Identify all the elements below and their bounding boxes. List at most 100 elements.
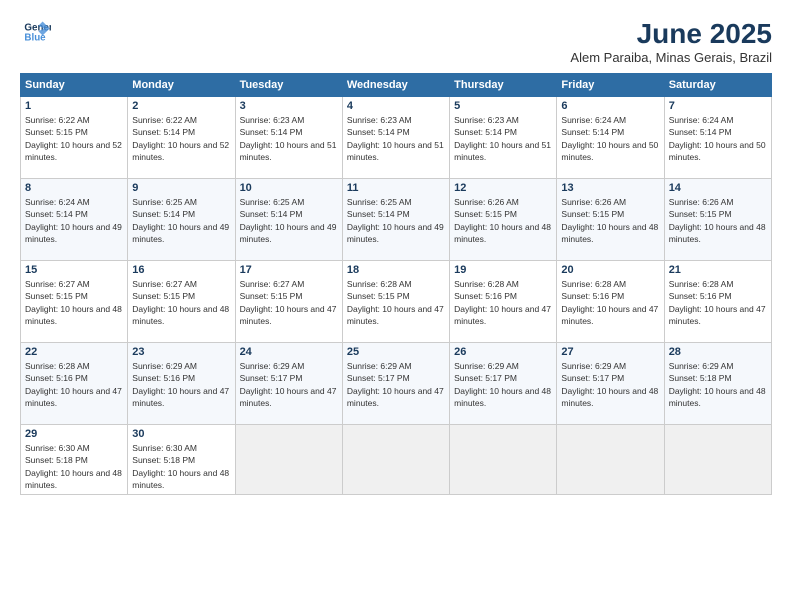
day-number: 7 bbox=[669, 100, 767, 112]
day-info: Sunrise: 6:28 AMSunset: 5:15 PMDaylight:… bbox=[347, 278, 445, 327]
day-number: 25 bbox=[347, 346, 445, 358]
table-row: 15 Sunrise: 6:27 AMSunset: 5:15 PMDayligh… bbox=[21, 261, 128, 343]
day-number: 11 bbox=[347, 182, 445, 194]
day-number: 21 bbox=[669, 264, 767, 276]
logo: General Blue bbox=[20, 18, 51, 46]
table-row: 27 Sunrise: 6:29 AMSunset: 5:17 PMDayligh… bbox=[557, 343, 664, 425]
day-number: 1 bbox=[25, 100, 123, 112]
table-row: 16 Sunrise: 6:27 AMSunset: 5:15 PMDayligh… bbox=[128, 261, 235, 343]
day-info: Sunrise: 6:25 AMSunset: 5:14 PMDaylight:… bbox=[132, 196, 230, 245]
day-info: Sunrise: 6:29 AMSunset: 5:17 PMDaylight:… bbox=[240, 360, 338, 409]
day-info: Sunrise: 6:23 AMSunset: 5:14 PMDaylight:… bbox=[240, 114, 338, 163]
day-info: Sunrise: 6:29 AMSunset: 5:18 PMDaylight:… bbox=[669, 360, 767, 409]
day-number: 28 bbox=[669, 346, 767, 358]
day-number: 20 bbox=[561, 264, 659, 276]
day-info: Sunrise: 6:26 AMSunset: 5:15 PMDaylight:… bbox=[561, 196, 659, 245]
month-title: June 2025 bbox=[570, 18, 772, 50]
table-row: 13 Sunrise: 6:26 AMSunset: 5:15 PMDayligh… bbox=[557, 179, 664, 261]
col-thursday: Thursday bbox=[450, 74, 557, 97]
table-row bbox=[450, 425, 557, 495]
col-tuesday: Tuesday bbox=[235, 74, 342, 97]
table-row: 28 Sunrise: 6:29 AMSunset: 5:18 PMDayligh… bbox=[664, 343, 771, 425]
day-number: 26 bbox=[454, 346, 552, 358]
day-number: 8 bbox=[25, 182, 123, 194]
day-info: Sunrise: 6:28 AMSunset: 5:16 PMDaylight:… bbox=[25, 360, 123, 409]
table-row bbox=[342, 425, 449, 495]
table-row: 2 Sunrise: 6:22 AMSunset: 5:14 PMDaylight… bbox=[128, 97, 235, 179]
day-info: Sunrise: 6:25 AMSunset: 5:14 PMDaylight:… bbox=[240, 196, 338, 245]
day-number: 19 bbox=[454, 264, 552, 276]
day-info: Sunrise: 6:24 AMSunset: 5:14 PMDaylight:… bbox=[669, 114, 767, 163]
day-number: 9 bbox=[132, 182, 230, 194]
table-row: 3Sunrise: 6:23 AMSunset: 5:14 PMDaylight… bbox=[235, 97, 342, 179]
table-row: 29 Sunrise: 6:30 AMSunset: 5:18 PMDayligh… bbox=[21, 425, 128, 495]
title-block: June 2025 Alem Paraiba, Minas Gerais, Br… bbox=[570, 18, 772, 65]
day-info: Sunrise: 6:27 AMSunset: 5:15 PMDaylight:… bbox=[132, 278, 230, 327]
day-info: Sunrise: 6:29 AMSunset: 5:17 PMDaylight:… bbox=[347, 360, 445, 409]
table-row bbox=[557, 425, 664, 495]
table-row: 22 Sunrise: 6:28 AMSunset: 5:16 PMDayligh… bbox=[21, 343, 128, 425]
table-row: 30 Sunrise: 6:30 AMSunset: 5:18 PMDayligh… bbox=[128, 425, 235, 495]
day-number: 6 bbox=[561, 100, 659, 112]
day-info: Sunrise: 6:28 AMSunset: 5:16 PMDaylight:… bbox=[454, 278, 552, 327]
table-row: 23Sunrise: 6:29 AMSunset: 5:16 PMDayligh… bbox=[128, 343, 235, 425]
day-info: Sunrise: 6:25 AMSunset: 5:14 PMDaylight:… bbox=[347, 196, 445, 245]
day-info: Sunrise: 6:28 AMSunset: 5:16 PMDaylight:… bbox=[561, 278, 659, 327]
logo-icon: General Blue bbox=[23, 18, 51, 46]
day-number: 2 bbox=[132, 100, 230, 112]
day-info: Sunrise: 6:23 AMSunset: 5:14 PMDaylight:… bbox=[347, 114, 445, 163]
day-number: 16 bbox=[132, 264, 230, 276]
page: General Blue June 2025 Alem Paraiba, Min… bbox=[0, 0, 792, 612]
table-row: 18 Sunrise: 6:28 AMSunset: 5:15 PMDayligh… bbox=[342, 261, 449, 343]
day-number: 17 bbox=[240, 264, 338, 276]
table-row bbox=[235, 425, 342, 495]
day-number: 10 bbox=[240, 182, 338, 194]
col-sunday: Sunday bbox=[21, 74, 128, 97]
table-row: 20 Sunrise: 6:28 AMSunset: 5:16 PMDayligh… bbox=[557, 261, 664, 343]
table-row: 24 Sunrise: 6:29 AMSunset: 5:17 PMDayligh… bbox=[235, 343, 342, 425]
table-row: 11 Sunrise: 6:25 AMSunset: 5:14 PMDayligh… bbox=[342, 179, 449, 261]
table-row: 21 Sunrise: 6:28 AMSunset: 5:16 PMDayligh… bbox=[664, 261, 771, 343]
table-row: 25 Sunrise: 6:29 AMSunset: 5:17 PMDayligh… bbox=[342, 343, 449, 425]
day-number: 4 bbox=[347, 100, 445, 112]
day-number: 13 bbox=[561, 182, 659, 194]
day-info: Sunrise: 6:29 AMSunset: 5:17 PMDaylight:… bbox=[561, 360, 659, 409]
day-info: Sunrise: 6:30 AMSunset: 5:18 PMDaylight:… bbox=[132, 442, 230, 491]
day-info: Sunrise: 6:22 AMSunset: 5:15 PMDaylight:… bbox=[25, 114, 123, 163]
day-number: 12 bbox=[454, 182, 552, 194]
day-number: 15 bbox=[25, 264, 123, 276]
day-number: 30 bbox=[132, 428, 230, 440]
day-number: 24 bbox=[240, 346, 338, 358]
day-info: Sunrise: 6:30 AMSunset: 5:18 PMDaylight:… bbox=[25, 442, 123, 491]
day-info: Sunrise: 6:29 AMSunset: 5:17 PMDaylight:… bbox=[454, 360, 552, 409]
table-row: 26 Sunrise: 6:29 AMSunset: 5:17 PMDayligh… bbox=[450, 343, 557, 425]
table-row: 5 Sunrise: 6:23 AMSunset: 5:14 PMDaylight… bbox=[450, 97, 557, 179]
calendar-header-row: Sunday Monday Tuesday Wednesday Thursday… bbox=[21, 74, 772, 97]
day-info: Sunrise: 6:24 AMSunset: 5:14 PMDaylight:… bbox=[25, 196, 123, 245]
col-wednesday: Wednesday bbox=[342, 74, 449, 97]
day-info: Sunrise: 6:26 AMSunset: 5:15 PMDaylight:… bbox=[454, 196, 552, 245]
table-row: 14Sunrise: 6:26 AMSunset: 5:15 PMDayligh… bbox=[664, 179, 771, 261]
table-row: 17 Sunrise: 6:27 AMSunset: 5:15 PMDayligh… bbox=[235, 261, 342, 343]
day-info: Sunrise: 6:27 AMSunset: 5:15 PMDaylight:… bbox=[240, 278, 338, 327]
day-number: 22 bbox=[25, 346, 123, 358]
table-row: 4 Sunrise: 6:23 AMSunset: 5:14 PMDaylight… bbox=[342, 97, 449, 179]
day-info: Sunrise: 6:27 AMSunset: 5:15 PMDaylight:… bbox=[25, 278, 123, 327]
table-row: 1 Sunrise: 6:22 AMSunset: 5:15 PMDaylight… bbox=[21, 97, 128, 179]
day-info: Sunrise: 6:22 AMSunset: 5:14 PMDaylight:… bbox=[132, 114, 230, 163]
day-number: 5 bbox=[454, 100, 552, 112]
day-number: 29 bbox=[25, 428, 123, 440]
day-number: 27 bbox=[561, 346, 659, 358]
table-row: 10 Sunrise: 6:25 AMSunset: 5:14 PMDayligh… bbox=[235, 179, 342, 261]
location: Alem Paraiba, Minas Gerais, Brazil bbox=[570, 50, 772, 65]
day-number: 18 bbox=[347, 264, 445, 276]
day-info: Sunrise: 6:29 AMSunset: 5:16 PMDaylight:… bbox=[132, 360, 230, 409]
table-row bbox=[664, 425, 771, 495]
col-saturday: Saturday bbox=[664, 74, 771, 97]
calendar: Sunday Monday Tuesday Wednesday Thursday… bbox=[20, 73, 772, 495]
day-info: Sunrise: 6:24 AMSunset: 5:14 PMDaylight:… bbox=[561, 114, 659, 163]
day-info: Sunrise: 6:28 AMSunset: 5:16 PMDaylight:… bbox=[669, 278, 767, 327]
col-friday: Friday bbox=[557, 74, 664, 97]
day-info: Sunrise: 6:23 AMSunset: 5:14 PMDaylight:… bbox=[454, 114, 552, 163]
table-row: 19 Sunrise: 6:28 AMSunset: 5:16 PMDayligh… bbox=[450, 261, 557, 343]
